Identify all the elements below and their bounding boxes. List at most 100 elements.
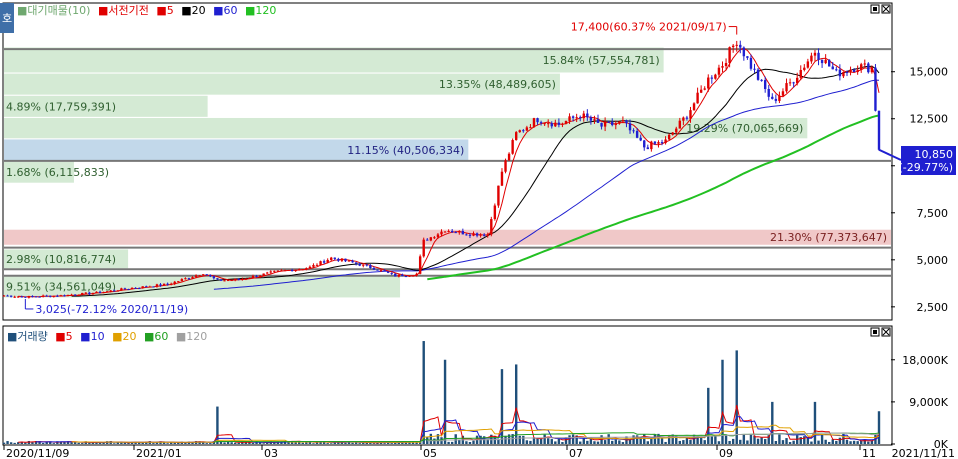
- volume-bar: [664, 441, 667, 444]
- volume-bar: [525, 440, 529, 444]
- candle-body: [582, 113, 585, 119]
- candle-body: [255, 275, 258, 277]
- candle-body: [571, 116, 575, 118]
- candle-body: [493, 205, 497, 220]
- volume-bar: [614, 439, 617, 444]
- candle-body: [120, 288, 123, 291]
- candle-body: [500, 171, 504, 186]
- volume-bar: [735, 350, 738, 444]
- volume-bar: [778, 434, 781, 444]
- volume-bar: [52, 443, 55, 444]
- volume-bar: [429, 433, 433, 444]
- volume-bar: [312, 443, 315, 444]
- candle-body: [518, 130, 521, 133]
- candle-body: [184, 278, 187, 280]
- candle-body: [810, 55, 813, 62]
- candle-body: [600, 122, 603, 127]
- volume-bar: [358, 443, 361, 444]
- candle-body: [692, 103, 696, 111]
- volume-bar: [582, 438, 585, 444]
- y-tick-label: 15,000: [910, 66, 949, 79]
- candle-body: [568, 116, 571, 121]
- legend-item: ■60: [213, 4, 237, 17]
- candle-body: [88, 292, 91, 295]
- volume-bar: [803, 436, 806, 444]
- candle-body: [443, 231, 447, 233]
- y-tick-label: 2,500: [917, 301, 949, 314]
- candle-body: [415, 273, 418, 276]
- volume-bar: [237, 442, 240, 444]
- candle-body: [351, 260, 354, 263]
- candle-body: [408, 275, 411, 277]
- candle-body: [689, 110, 692, 119]
- candle-body: [347, 260, 351, 262]
- candle-body: [187, 278, 191, 280]
- volume-bar: [550, 439, 553, 444]
- volume-bar: [529, 440, 532, 444]
- candle-body: [735, 44, 738, 46]
- volume-bar: [742, 434, 746, 444]
- volume-bar: [557, 438, 561, 444]
- legend-item: ■60: [144, 330, 168, 343]
- candle-body: [525, 127, 529, 131]
- candle-body: [447, 230, 450, 232]
- candle-body: [774, 98, 778, 101]
- volume-bar: [749, 434, 753, 444]
- candle-body: [251, 275, 255, 279]
- candle-body: [262, 273, 265, 276]
- volume-bar: [682, 440, 685, 444]
- candle-body: [760, 79, 763, 81]
- corner-tab-label: 호: [2, 12, 12, 25]
- candle-body: [824, 59, 827, 64]
- volume-bar: [561, 442, 564, 444]
- candle-body: [141, 286, 144, 289]
- candle-body: [248, 278, 251, 280]
- candle-body: [145, 286, 148, 288]
- candle-body: [529, 127, 532, 129]
- candle-body: [806, 61, 810, 68]
- volume-bar: [468, 441, 472, 444]
- volume-bar: [301, 442, 304, 444]
- candle-body: [379, 270, 383, 272]
- current-price-change: (-29.77%): [899, 161, 954, 174]
- candle-body: [298, 269, 301, 271]
- candle-body: [436, 234, 440, 238]
- volume-bar: [817, 440, 820, 444]
- candle-body: [603, 121, 607, 127]
- candle-body: [852, 69, 856, 73]
- candle-body: [877, 110, 881, 150]
- volume-bar: [774, 441, 778, 444]
- volume-bar: [653, 434, 657, 444]
- candle-body: [244, 278, 248, 280]
- candle-body: [621, 120, 625, 122]
- volume-bar: [24, 442, 27, 444]
- volume-bar: [568, 435, 571, 444]
- volume-bar: [739, 439, 742, 444]
- candle-body: [813, 52, 817, 56]
- volume-bar: [209, 443, 212, 444]
- volume-bar: [173, 442, 176, 444]
- candle-body: [429, 237, 433, 241]
- candle-body: [746, 56, 749, 58]
- volume-bar: [547, 438, 550, 444]
- volume-bar: [646, 441, 650, 444]
- volume-bar: [628, 439, 632, 444]
- candle-body: [547, 123, 550, 125]
- candle-body: [216, 278, 219, 280]
- candle-body: [134, 287, 137, 289]
- volume-bar: [849, 441, 852, 444]
- candle-body: [799, 69, 802, 78]
- candle-body: [682, 117, 685, 121]
- volume-bar: [835, 440, 838, 444]
- volume-bar: [518, 435, 521, 444]
- candle-body: [102, 291, 105, 293]
- candle-body: [475, 233, 479, 236]
- x-tick-label: 07: [569, 447, 583, 459]
- candle-body: [611, 121, 614, 126]
- volume-bar: [390, 443, 393, 444]
- candle-body: [579, 117, 582, 119]
- volume-bar: [13, 442, 16, 444]
- candle-body: [194, 275, 198, 278]
- candle-body: [625, 120, 628, 124]
- candle-body: [269, 271, 272, 273]
